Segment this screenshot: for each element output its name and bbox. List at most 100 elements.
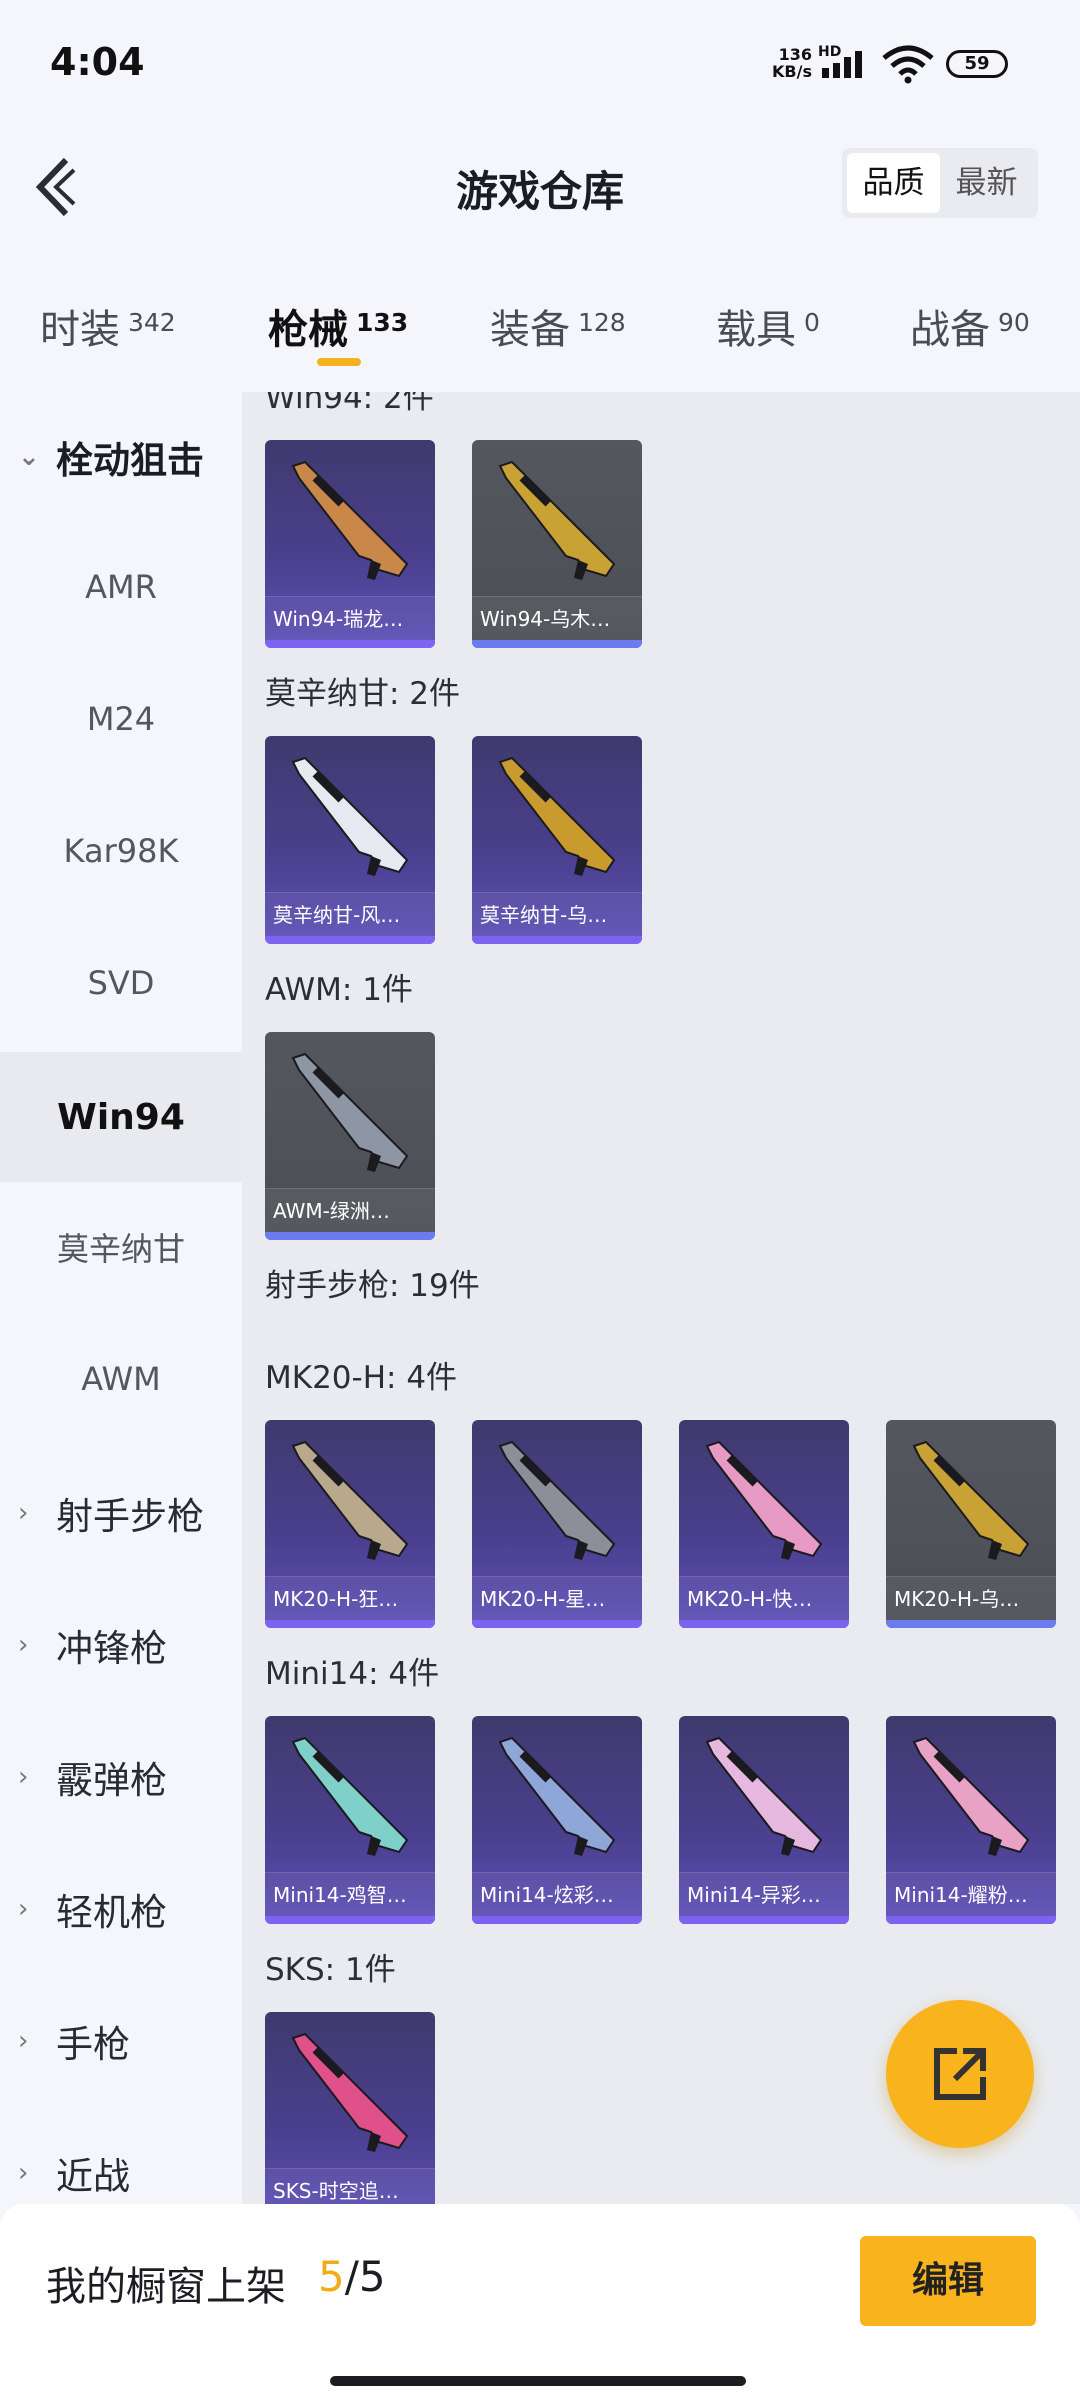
item-card[interactable]: 莫辛纳甘-乌… xyxy=(472,736,642,944)
home-indicator xyxy=(330,2376,746,2386)
showcase-count: 5/5 xyxy=(318,2252,386,2301)
sidebar-group-label: 手枪 xyxy=(56,2023,130,2066)
item-name: MK20-H-星… xyxy=(472,1576,642,1620)
tab-label: 战备 xyxy=(910,307,990,353)
item-name: Win94-瑞龙… xyxy=(265,596,435,640)
tab-vehicles[interactable]: 载具 0 xyxy=(716,297,820,355)
showcase-label: 我的橱窗上架 xyxy=(46,2264,286,2310)
rifle-icon xyxy=(291,1736,409,1856)
sidebar-item-amr[interactable]: AMR xyxy=(0,522,242,652)
sidebar-group-dmr[interactable]: › 射手步枪 xyxy=(0,1448,242,1578)
section-label: Mini14: 4件 xyxy=(265,1656,440,1692)
item-card[interactable]: Mini14-耀粉… xyxy=(886,1716,1056,1924)
chevron-down-icon: ⌄ xyxy=(18,442,40,472)
sidebar-group-lmg[interactable]: › 轻机枪 xyxy=(0,1844,242,1974)
item-card[interactable]: SKS-时空追… xyxy=(265,2012,435,2204)
status-time: 4:04 xyxy=(50,40,145,84)
quality-bar xyxy=(265,1232,435,1240)
tab-equipment[interactable]: 装备 128 xyxy=(490,297,626,355)
category-tabs: 时装 342 枪械 133 装备 128 载具 0 战备 90 xyxy=(0,285,1080,390)
sidebar-group-pistol[interactable]: › 手枪 xyxy=(0,1976,242,2106)
net-speed-value: 136 xyxy=(778,45,812,64)
item-card[interactable]: 莫辛纳甘-风… xyxy=(265,736,435,944)
item-name: Mini14-炫彩… xyxy=(472,1872,642,1916)
tab-label: 时装 xyxy=(40,307,120,353)
battery-indicator: 59 xyxy=(946,50,1008,78)
tab-count: 128 xyxy=(578,308,626,337)
sidebar-group-label: 冲锋枪 xyxy=(56,1627,167,1670)
share-button[interactable] xyxy=(886,2000,1034,2148)
section-label: SKS: 1件 xyxy=(265,1952,396,1988)
sidebar-item-m24[interactable]: M24 xyxy=(0,654,242,784)
quality-bar xyxy=(472,1916,642,1924)
sidebar-group-melee[interactable]: › 近战 xyxy=(0,2108,242,2204)
sidebar-group-shotgun[interactable]: › 霰弹枪 xyxy=(0,1712,242,1842)
sidebar-item-mosin[interactable]: 莫辛纳甘 xyxy=(0,1182,242,1312)
quality-bar xyxy=(265,1620,435,1628)
sidebar-item-kar98k[interactable]: Kar98K xyxy=(0,786,242,916)
chevron-right-icon: › xyxy=(18,2158,29,2188)
item-name: MK20-H-狂… xyxy=(265,1576,435,1620)
item-card[interactable]: AWM-绿洲… xyxy=(265,1032,435,1240)
item-card[interactable]: Mini14-炫彩… xyxy=(472,1716,642,1924)
sidebar-group-label: 栓动狙击 xyxy=(56,439,204,482)
header: 游戏仓库 品质 最新 xyxy=(0,130,1080,240)
section-label: Win94: 2件 xyxy=(265,392,434,416)
tab-label: 载具 xyxy=(716,307,796,353)
active-tab-indicator xyxy=(317,358,361,366)
sidebar-item-svd[interactable]: SVD xyxy=(0,918,242,1048)
bottom-bar: 我的橱窗上架 5/5 编辑 xyxy=(0,2204,1080,2400)
tab-count: 133 xyxy=(356,308,409,337)
item-name: AWM-绿洲… xyxy=(265,1188,435,1232)
tab-guns[interactable]: 枪械 133 xyxy=(268,297,408,355)
rifle-icon xyxy=(705,1440,823,1560)
rifle-icon xyxy=(498,1440,616,1560)
item-card[interactable]: Mini14-异彩… xyxy=(679,1716,849,1924)
tab-count: 0 xyxy=(804,308,820,337)
item-card[interactable]: MK20-H-快… xyxy=(679,1420,849,1628)
sort-toggle: 品质 最新 xyxy=(842,148,1038,218)
section-label: 射手步枪: 19件 xyxy=(265,1268,480,1304)
sidebar-item-win94[interactable]: Win94 xyxy=(0,1052,242,1182)
sort-quality-button[interactable]: 品质 xyxy=(847,153,940,213)
quality-bar xyxy=(265,1916,435,1924)
sidebar: ⌄ 栓动狙击 AMR M24 Kar98K SVD Win94 莫辛纳甘 AWM… xyxy=(0,392,242,2204)
tab-label: 枪械 xyxy=(268,307,348,353)
quality-bar xyxy=(472,1620,642,1628)
rifle-icon xyxy=(291,2032,409,2152)
quality-bar xyxy=(265,640,435,648)
chevron-right-icon: › xyxy=(18,2026,29,2056)
item-name: 莫辛纳甘-乌… xyxy=(472,892,642,936)
section-label: 莫辛纳甘: 2件 xyxy=(265,676,461,712)
quality-bar xyxy=(472,640,642,648)
tab-fashion[interactable]: 时装 342 xyxy=(40,297,176,355)
rifle-icon xyxy=(291,1052,409,1172)
share-external-icon xyxy=(934,2048,986,2100)
item-card[interactable]: MK20-H-星… xyxy=(472,1420,642,1628)
item-card[interactable]: Win94-瑞龙… xyxy=(265,440,435,648)
sidebar-group-bolt-action[interactable]: ⌄ 栓动狙击 xyxy=(0,392,242,522)
signal-icon xyxy=(822,51,862,78)
sort-newest-button[interactable]: 最新 xyxy=(940,153,1033,213)
sidebar-group-label: 射手步枪 xyxy=(56,1495,204,1538)
wifi-icon xyxy=(882,45,934,84)
quality-bar xyxy=(265,936,435,944)
tab-supplies[interactable]: 战备 90 xyxy=(910,297,1030,355)
sidebar-item-awm[interactable]: AWM xyxy=(0,1314,242,1444)
rifle-icon xyxy=(498,1736,616,1856)
chevron-right-icon: › xyxy=(18,1894,29,1924)
edit-button[interactable]: 编辑 xyxy=(860,2236,1036,2326)
quality-bar xyxy=(886,1916,1056,1924)
sidebar-group-label: 近战 xyxy=(56,2155,130,2198)
item-card[interactable]: Mini14-鸡智… xyxy=(265,1716,435,1924)
showcase-total: 5 xyxy=(358,2252,386,2301)
item-name: Win94-乌木… xyxy=(472,596,642,640)
item-card[interactable]: MK20-H-狂… xyxy=(265,1420,435,1628)
item-name: 莫辛纳甘-风… xyxy=(265,892,435,936)
item-card[interactable]: MK20-H-乌… xyxy=(886,1420,1056,1628)
tab-count: 90 xyxy=(998,308,1030,337)
sidebar-group-smg[interactable]: › 冲锋枪 xyxy=(0,1580,242,1710)
sidebar-group-label: 轻机枪 xyxy=(56,1891,167,1934)
item-card[interactable]: Win94-乌木… xyxy=(472,440,642,648)
quality-bar xyxy=(679,1916,849,1924)
